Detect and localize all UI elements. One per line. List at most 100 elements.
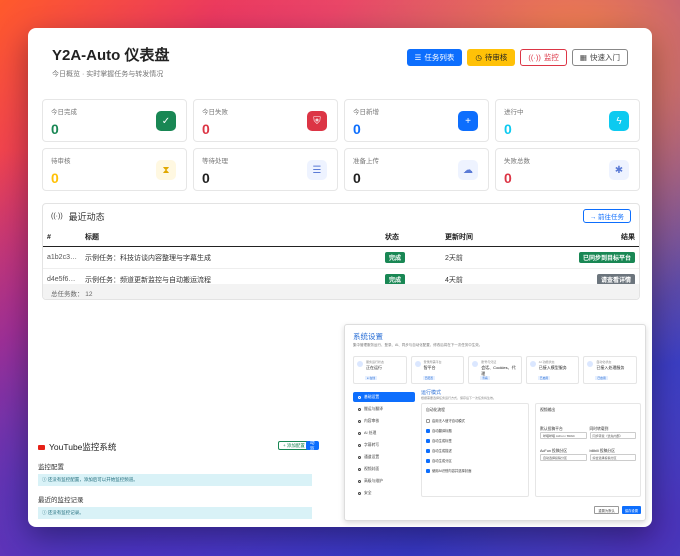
bili-zone-select[interactable]: 综合选择投稿分区 bbox=[589, 454, 636, 461]
checkbox-icon bbox=[426, 438, 430, 443]
status-badge: 完成 bbox=[384, 252, 405, 263]
stats-grid: 今日完成 0 ✓ 今日失败 0 ⛨ 今日新增 0 + 进行中 0 ϟ 待审核 0 ⧗ 等待… bbox=[42, 99, 640, 191]
settings-nav-item[interactable]: 安全 bbox=[353, 488, 415, 498]
setting-checkbox[interactable]: 使用AI识别内容并选择封面 bbox=[426, 468, 524, 473]
stat-card: 今日失败 0 ⛨ bbox=[193, 99, 338, 142]
monitor-config-info: ⓘ 还没有监控配置，添加后可以开始监控频道。 bbox=[38, 474, 312, 486]
settings-nav-item[interactable]: 通道设置 bbox=[353, 452, 415, 462]
nav-item-icon bbox=[358, 491, 361, 495]
settings-nav-item[interactable]: 高级与维护 bbox=[353, 476, 415, 486]
card-tag: ● 在线 bbox=[365, 376, 378, 380]
recent-activity-panel: ((·)) 最近动态 → 前往任务 # 标题 状态 更新时间 结果 a1b2c3… bbox=[42, 203, 640, 300]
monitor-button[interactable]: ((·)) 监控 bbox=[520, 49, 567, 66]
setting-checkbox[interactable]: 自动生成描述 bbox=[426, 448, 524, 453]
page-title: Y2A-Auto 仪表盘 bbox=[52, 47, 170, 64]
setting-checkbox[interactable]: 自动生成标签 bbox=[426, 438, 524, 443]
col-id: # bbox=[43, 228, 81, 247]
card-value: 已接入模型服务 bbox=[538, 365, 567, 370]
task-list-button[interactable]: ☰ 任务列表 bbox=[406, 49, 463, 66]
repost-select[interactable]: 同步转载（优先内部） bbox=[589, 432, 636, 439]
save-settings-button[interactable]: 保存设置 bbox=[621, 506, 641, 514]
card-key: AI 功能状态 bbox=[538, 360, 555, 364]
shield-icon: ⛨ bbox=[307, 111, 327, 131]
settings-nav-item[interactable]: 字幕转写 bbox=[353, 440, 415, 450]
card-value: 已接入处理服务 bbox=[596, 365, 625, 370]
run-mode-subtitle: 根据需要选择任务运行方式，保存后下一次任务将生效。 bbox=[421, 396, 497, 400]
status-dot-icon bbox=[414, 361, 421, 367]
checkbox-icon bbox=[426, 468, 430, 473]
settings-main: 运行模式 根据需要选择任务运行方式，保存后下一次任务将生效。 自动化流程 启用无… bbox=[421, 389, 641, 514]
settings-summary-card: 自动化状态 已接入处理服务 已启用 bbox=[583, 356, 637, 384]
youtube-monitor-preview: YouTube监控系统 + 添加配置 手动监控 监控配置 ⓘ 还没有监控配置，添… bbox=[38, 434, 319, 525]
broadcast-icon: ((·)) bbox=[528, 53, 541, 62]
broadcast-icon: ((·)) bbox=[51, 212, 63, 220]
stat-card: 失败总数 0 ✱ bbox=[495, 148, 640, 191]
task-title[interactable]: 示例任务：科技访谈内容整理与字幕生成 bbox=[80, 246, 381, 269]
setting-checkbox[interactable]: 自动翻译标题 bbox=[426, 428, 524, 433]
checkbox-icon bbox=[426, 418, 430, 423]
hourglass-icon: ⧗ bbox=[156, 160, 176, 180]
card-key: 服务运行状态 bbox=[366, 360, 385, 364]
monitor-config-heading: 监控配置 bbox=[38, 464, 64, 471]
settings-nav-item[interactable]: 视频封面 bbox=[353, 464, 415, 474]
task-count: 总任务数： 12 bbox=[43, 284, 639, 299]
nav-item-icon bbox=[358, 407, 361, 411]
card-tag: 已启用 bbox=[595, 376, 608, 380]
plus-icon: + bbox=[458, 111, 478, 131]
stat-card: 今日新增 0 + bbox=[344, 99, 489, 142]
status-dot-icon bbox=[529, 361, 536, 367]
settings-summary-card: AI 功能状态 已接入模型服务 已启用 bbox=[525, 356, 580, 384]
settings-summary-card: 账号与凭证 会话、Cookies、代理 查看 bbox=[468, 356, 522, 384]
bolt-icon: ϟ bbox=[609, 111, 629, 131]
settings-summary-card: 登录所需平台 智平台 已配置 bbox=[410, 356, 465, 384]
card-key: 账号与凭证 bbox=[481, 360, 497, 364]
quick-start-button[interactable]: ▦ 快速入门 bbox=[571, 49, 628, 66]
go-to-tasks-button[interactable]: → 前往任务 bbox=[582, 209, 631, 223]
bug-icon: ✱ bbox=[609, 160, 629, 180]
col-title: 标题 bbox=[80, 228, 381, 247]
automation-panel: 自动化流程 启用无人值守自动模式 自动翻译标题 自动生成标签 自动生成描述 自动生成分区… bbox=[421, 403, 529, 497]
checkbox-icon bbox=[426, 448, 430, 453]
acfun-zone-select[interactable]: 自动选择投稿分区 bbox=[540, 454, 587, 461]
setting-checkbox[interactable]: 启用无人值守自动模式 bbox=[426, 418, 524, 423]
check-icon: ✓ bbox=[156, 111, 176, 131]
stat-card: 准备上传 0 ☁ bbox=[344, 148, 489, 191]
stat-card: 待审核 0 ⧗ bbox=[42, 148, 187, 191]
automation-panel-title: 自动化流程 bbox=[426, 408, 445, 412]
nav-item-icon bbox=[358, 419, 361, 423]
setting-checkbox[interactable]: 自动生成分区 bbox=[426, 458, 524, 463]
task-id: a1b2c3… bbox=[43, 246, 81, 269]
nav-item-icon bbox=[358, 395, 361, 399]
status-dot-icon bbox=[357, 361, 363, 367]
settings-nav-item[interactable]: 内容审核 bbox=[353, 416, 415, 426]
settings-nav-item[interactable]: 搬运与翻译 bbox=[353, 404, 415, 414]
run-mode-title: 运行模式 bbox=[421, 390, 442, 396]
nav-item-icon bbox=[358, 467, 361, 471]
checkbox-icon bbox=[426, 428, 430, 433]
result-badge: 已同步到目标平台 bbox=[578, 252, 635, 263]
settings-subtitle: 集中管理服务运行、登录、AI、同步与自动化配置，修改后将在下一次任务中生效。 bbox=[353, 343, 483, 347]
page-header: Y2A-Auto 仪表盘 今日概览 · 实时掌握任务与转发情况 bbox=[52, 44, 170, 79]
status-dot-icon bbox=[587, 361, 594, 367]
updated-time: 2天前 bbox=[440, 246, 561, 269]
pending-review-button[interactable]: ◷ 待审核 bbox=[467, 49, 516, 66]
card-value: 正在运行 bbox=[366, 365, 382, 370]
nav-item-icon bbox=[358, 443, 361, 447]
reset-button[interactable]: 重置为默认 bbox=[594, 506, 619, 514]
card-tag: 查看 bbox=[480, 376, 490, 380]
settings-nav-item[interactable]: AI 处理 bbox=[353, 428, 415, 438]
table-row[interactable]: a1b2c3… 示例任务：科技访谈内容整理与字幕生成 完成 2天前 已同步到目标… bbox=[43, 246, 639, 269]
settings-nav-item[interactable]: 基础设置 bbox=[353, 392, 415, 402]
stat-card: 等待处理 0 ☰ bbox=[193, 148, 338, 191]
monitor-records-heading: 最近的监控记录 bbox=[38, 497, 84, 504]
header-actions: ☰ 任务列表 ◷ 待审核 ((·)) 监控 ▦ 快速入门 bbox=[406, 49, 628, 66]
nav-item-icon bbox=[358, 431, 361, 435]
stat-card: 今日完成 0 ✓ bbox=[42, 99, 187, 142]
recent-header: ((·)) 最近动态 bbox=[43, 204, 639, 228]
output-panel: 视频输出 默认投稿平台 哔哩哔哩 AcFun / Bilibili 同时转载到 同步… bbox=[535, 403, 641, 497]
col-updated: 更新时间 bbox=[440, 228, 561, 247]
output-panel-title: 视频输出 bbox=[540, 408, 556, 412]
card-tag: 已配置 bbox=[422, 376, 435, 380]
manual-monitor-button[interactable]: 手动监控 bbox=[306, 434, 319, 457]
platform-select[interactable]: 哔哩哔哩 AcFun / Bilibili bbox=[540, 432, 587, 439]
